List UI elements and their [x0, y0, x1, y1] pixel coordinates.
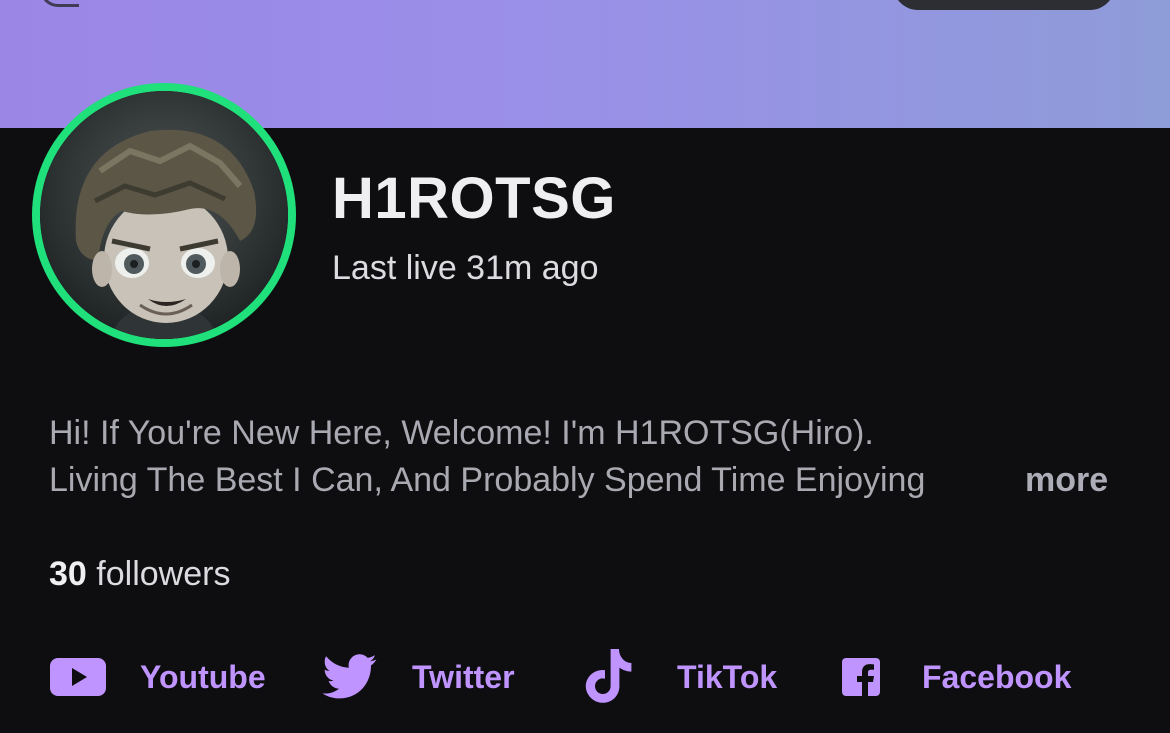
facebook-icon — [838, 658, 884, 696]
last-live-status: Last live 31m ago — [332, 249, 599, 287]
social-label: Twitter — [412, 658, 515, 695]
avatar-live-ring[interactable] — [32, 83, 296, 347]
back-icon[interactable] — [40, 0, 79, 7]
tiktok-icon — [580, 649, 636, 705]
avatar-image — [40, 91, 288, 339]
social-link-facebook[interactable]: Facebook — [838, 652, 1071, 702]
youtube-icon — [50, 656, 106, 698]
social-label: TikTok — [677, 658, 778, 695]
followers-label: followers — [96, 555, 231, 593]
bio-more-button[interactable]: more — [1025, 457, 1108, 504]
channel-profile: H1ROTSG Last live 31m ago Hi! If You're … — [0, 0, 1170, 733]
channel-bio: Hi! If You're New Here, Welcome! I'm H1R… — [49, 410, 1129, 504]
social-label: Facebook — [922, 658, 1072, 695]
bio-line: Hi! If You're New Here, Welcome! I'm H1R… — [49, 414, 874, 452]
followers-number: 30 — [49, 555, 87, 593]
bio-line: Living The Best I Can, And Probably Spen… — [49, 457, 1014, 504]
channel-username: H1ROTSG — [332, 166, 616, 231]
social-label: Youtube — [140, 658, 266, 695]
social-link-tiktok[interactable]: TikTok — [580, 649, 778, 705]
avatar — [40, 91, 288, 339]
banner-action-button[interactable] — [893, 0, 1115, 10]
social-link-twitter[interactable]: Twitter — [322, 652, 515, 702]
social-link-youtube[interactable]: Youtube — [50, 652, 266, 702]
followers-count: 30 followers — [49, 555, 230, 594]
twitter-icon — [322, 654, 378, 700]
bio-fade — [968, 457, 1014, 504]
bio-line-text: Living The Best I Can, And Probably Spen… — [49, 461, 926, 499]
